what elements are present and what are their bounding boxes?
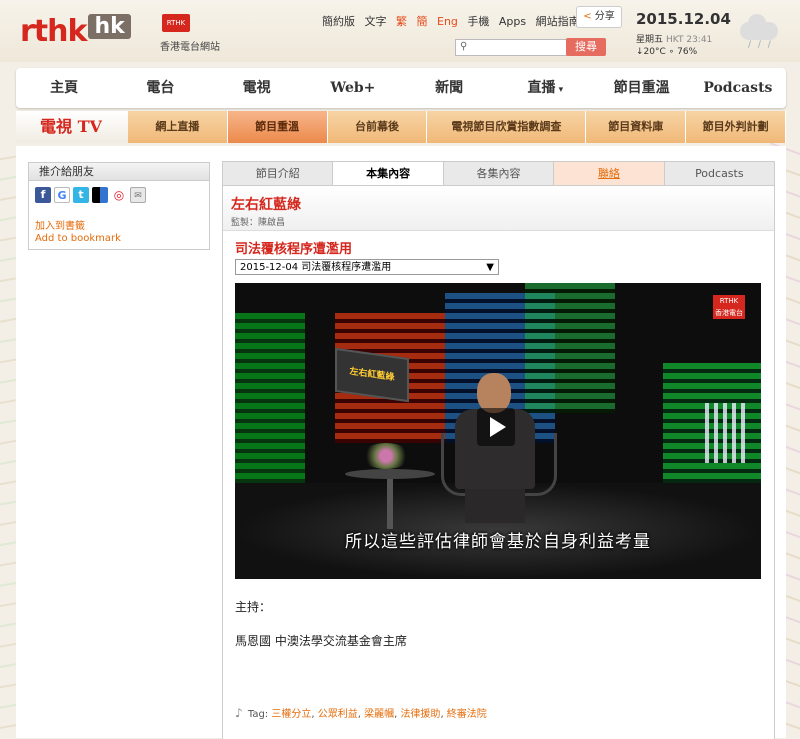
google-icon[interactable]: G <box>54 187 70 203</box>
tag-link[interactable]: 三權分立 <box>271 709 311 720</box>
studio-wall-green <box>525 283 615 413</box>
rthk-badge: RTHK <box>162 14 190 32</box>
bookmark-en: Add to bookmark <box>35 233 121 244</box>
tv-navigation: 電視 TV 網上直播 節目重溫 台前幕後 電視節目欣賞指數調查 節目資料庫 節目… <box>16 111 786 143</box>
host-legs <box>465 483 525 523</box>
tv-nav-replay[interactable]: 節目重溫 <box>227 111 328 143</box>
program-title: 左右紅藍綠 <box>231 197 301 213</box>
rain-drops-icon: / / / <box>748 40 773 50</box>
tag-link[interactable]: 終審法院 <box>447 709 487 720</box>
tag-link[interactable]: 梁麗幗 <box>364 709 394 720</box>
program-title-bar: 左右紅藍綠 監製：陳啟昌 <box>223 186 774 231</box>
tab-this-episode[interactable]: 本集內容 <box>333 162 444 186</box>
rthk-logo[interactable]: rthk hk <box>20 14 131 49</box>
main-navigation: 主頁 電台 電視 Web+ 新聞 直播 節目重溫 Podcasts <box>16 68 786 108</box>
tag-link[interactable]: 法律援助 <box>400 709 440 720</box>
recommend-box-title: 推介給朋友 <box>29 163 209 181</box>
link-simple-version[interactable]: 簡約版 <box>322 15 355 28</box>
tab-contact[interactable]: 聯絡 <box>554 162 665 186</box>
rthk-watermark: RTHK 香港電台 <box>713 295 745 319</box>
nav-home[interactable]: 主頁 <box>16 68 112 108</box>
tv-nav-database[interactable]: 節目資料庫 <box>586 111 687 143</box>
top-links: 簡約版 文字 繁 簡 Eng 手機 Apps 網站指南 <box>322 13 586 29</box>
email-icon[interactable]: ✉ <box>130 187 146 203</box>
link-traditional[interactable]: 繁 <box>396 15 407 28</box>
tab-introduction[interactable]: 節目介紹 <box>223 162 334 186</box>
link-site-guide[interactable]: 網站指南 <box>536 15 580 28</box>
weather-readout: ↓20°C ∘ 76% <box>636 47 698 57</box>
link-english[interactable]: Eng <box>437 15 458 28</box>
share-button[interactable]: < 分享 <box>576 6 622 28</box>
guest-info: 馬恩國 中澳法學交流基金會主席 <box>235 634 407 648</box>
link-apps[interactable]: Apps <box>499 15 526 28</box>
nav-podcasts[interactable]: Podcasts <box>690 68 786 108</box>
current-date: 2015.12.04 <box>636 10 731 28</box>
episode-content: 左右紅藍綠 監製：陳啟昌 司法覆核程序遭濫用 2015-12-04 司法覆核程序… <box>222 185 775 739</box>
nav-replay[interactable]: 節目重溫 <box>594 68 690 108</box>
link-simplified[interactable]: 簡 <box>417 15 428 28</box>
nav-radio[interactable]: 電台 <box>112 68 208 108</box>
episode-select[interactable]: 2015-12-04 司法覆核程序遭濫用 ▼ <box>235 259 499 275</box>
studio-table-stem <box>387 479 393 529</box>
tab-all-episodes[interactable]: 各集內容 <box>444 162 555 186</box>
tab-podcasts[interactable]: Podcasts <box>665 162 774 186</box>
logo-subtitle: 香港電台網站 <box>160 42 220 53</box>
search-icon: ⚲ <box>460 41 468 52</box>
nav-live[interactable]: 直播 <box>497 68 593 108</box>
weibo-icon[interactable]: ◎ <box>111 187 127 203</box>
delicious-icon[interactable] <box>92 187 108 203</box>
hk-time: HKT 23:41 <box>666 35 713 45</box>
rain-cloud-icon <box>740 14 778 40</box>
facebook-icon[interactable]: f <box>35 187 51 203</box>
weekday: 星期五 <box>636 35 664 45</box>
episode-select-value: 2015-12-04 司法覆核程序遭濫用 <box>240 262 392 273</box>
flower-arrangement <box>361 443 411 469</box>
twitter-icon[interactable]: t <box>73 187 89 203</box>
video-subtitle: 所以這些評估律師會基於自身利益考量 <box>345 532 651 552</box>
host-head <box>477 373 511 413</box>
tag-link[interactable]: 公眾利益 <box>318 709 358 720</box>
play-button[interactable] <box>477 408 515 446</box>
tv-nav-behind-scenes[interactable]: 台前幕後 <box>327 111 428 143</box>
search-input[interactable]: ⚲ <box>455 39 567 56</box>
recommend-box: 推介給朋友 f G t ◎ ✉ 加入到書籤 Add to bookmark <box>28 162 210 250</box>
episode-title: 司法覆核程序遭濫用 <box>235 242 353 257</box>
site-header: rthk hk RTHK 香港電台網站 簡約版 文字 繁 簡 Eng 手機 App… <box>0 0 800 62</box>
bookmark-zh: 加入到書籤 <box>35 221 85 232</box>
link-text-version[interactable]: 文字 <box>365 15 387 28</box>
studio-table <box>345 469 435 479</box>
program-producer: 監製：陳啟昌 <box>231 218 286 228</box>
add-bookmark-link[interactable]: 加入到書籤 Add to bookmark <box>35 221 121 245</box>
music-note-icon: ♪ <box>235 706 243 720</box>
tv-nav-outsourcing[interactable]: 節目外判計劃 <box>686 111 786 143</box>
share-icons: f G t ◎ ✉ <box>35 187 146 203</box>
share-label: 分享 <box>594 11 615 22</box>
weekday-time: 星期五 HKT 23:41 <box>636 32 712 45</box>
program-tabs: 節目介紹 本集內容 各集內容 聯絡 Podcasts <box>222 161 775 186</box>
logo-rthk-text: rthk <box>20 14 87 49</box>
tv-brand[interactable]: 電視 TV <box>16 111 128 143</box>
nav-news[interactable]: 新聞 <box>401 68 497 108</box>
share-icon: < <box>583 11 592 22</box>
search-button[interactable]: 搜尋 <box>566 38 606 56</box>
video-player[interactable]: 左右紅藍綠 RTHK 香港電台 所以這些評估律師會基於自身利益考量 <box>235 283 761 579</box>
nav-tv[interactable]: 電視 <box>209 68 305 108</box>
tv-nav-survey[interactable]: 電視節目欣賞指數調查 <box>427 111 587 143</box>
chevron-down-icon: ▼ <box>486 262 494 273</box>
watermark-top: RTHK <box>719 297 739 305</box>
watermark-bottom: 香港電台 <box>715 309 743 317</box>
tag-list: ♪ Tag: 三權分立, 公眾利益, 梁麗幗, 法律援助, 終審法院 <box>235 706 487 720</box>
link-mobile[interactable]: 手機 <box>467 15 489 28</box>
host-label: 主持： <box>235 600 272 614</box>
tv-nav-live[interactable]: 網上直播 <box>128 111 228 143</box>
logo-hk-text: hk <box>88 14 131 39</box>
studio-lights <box>705 403 745 463</box>
nav-webplus[interactable]: Web+ <box>305 68 401 108</box>
tag-label: Tag: <box>247 709 269 720</box>
